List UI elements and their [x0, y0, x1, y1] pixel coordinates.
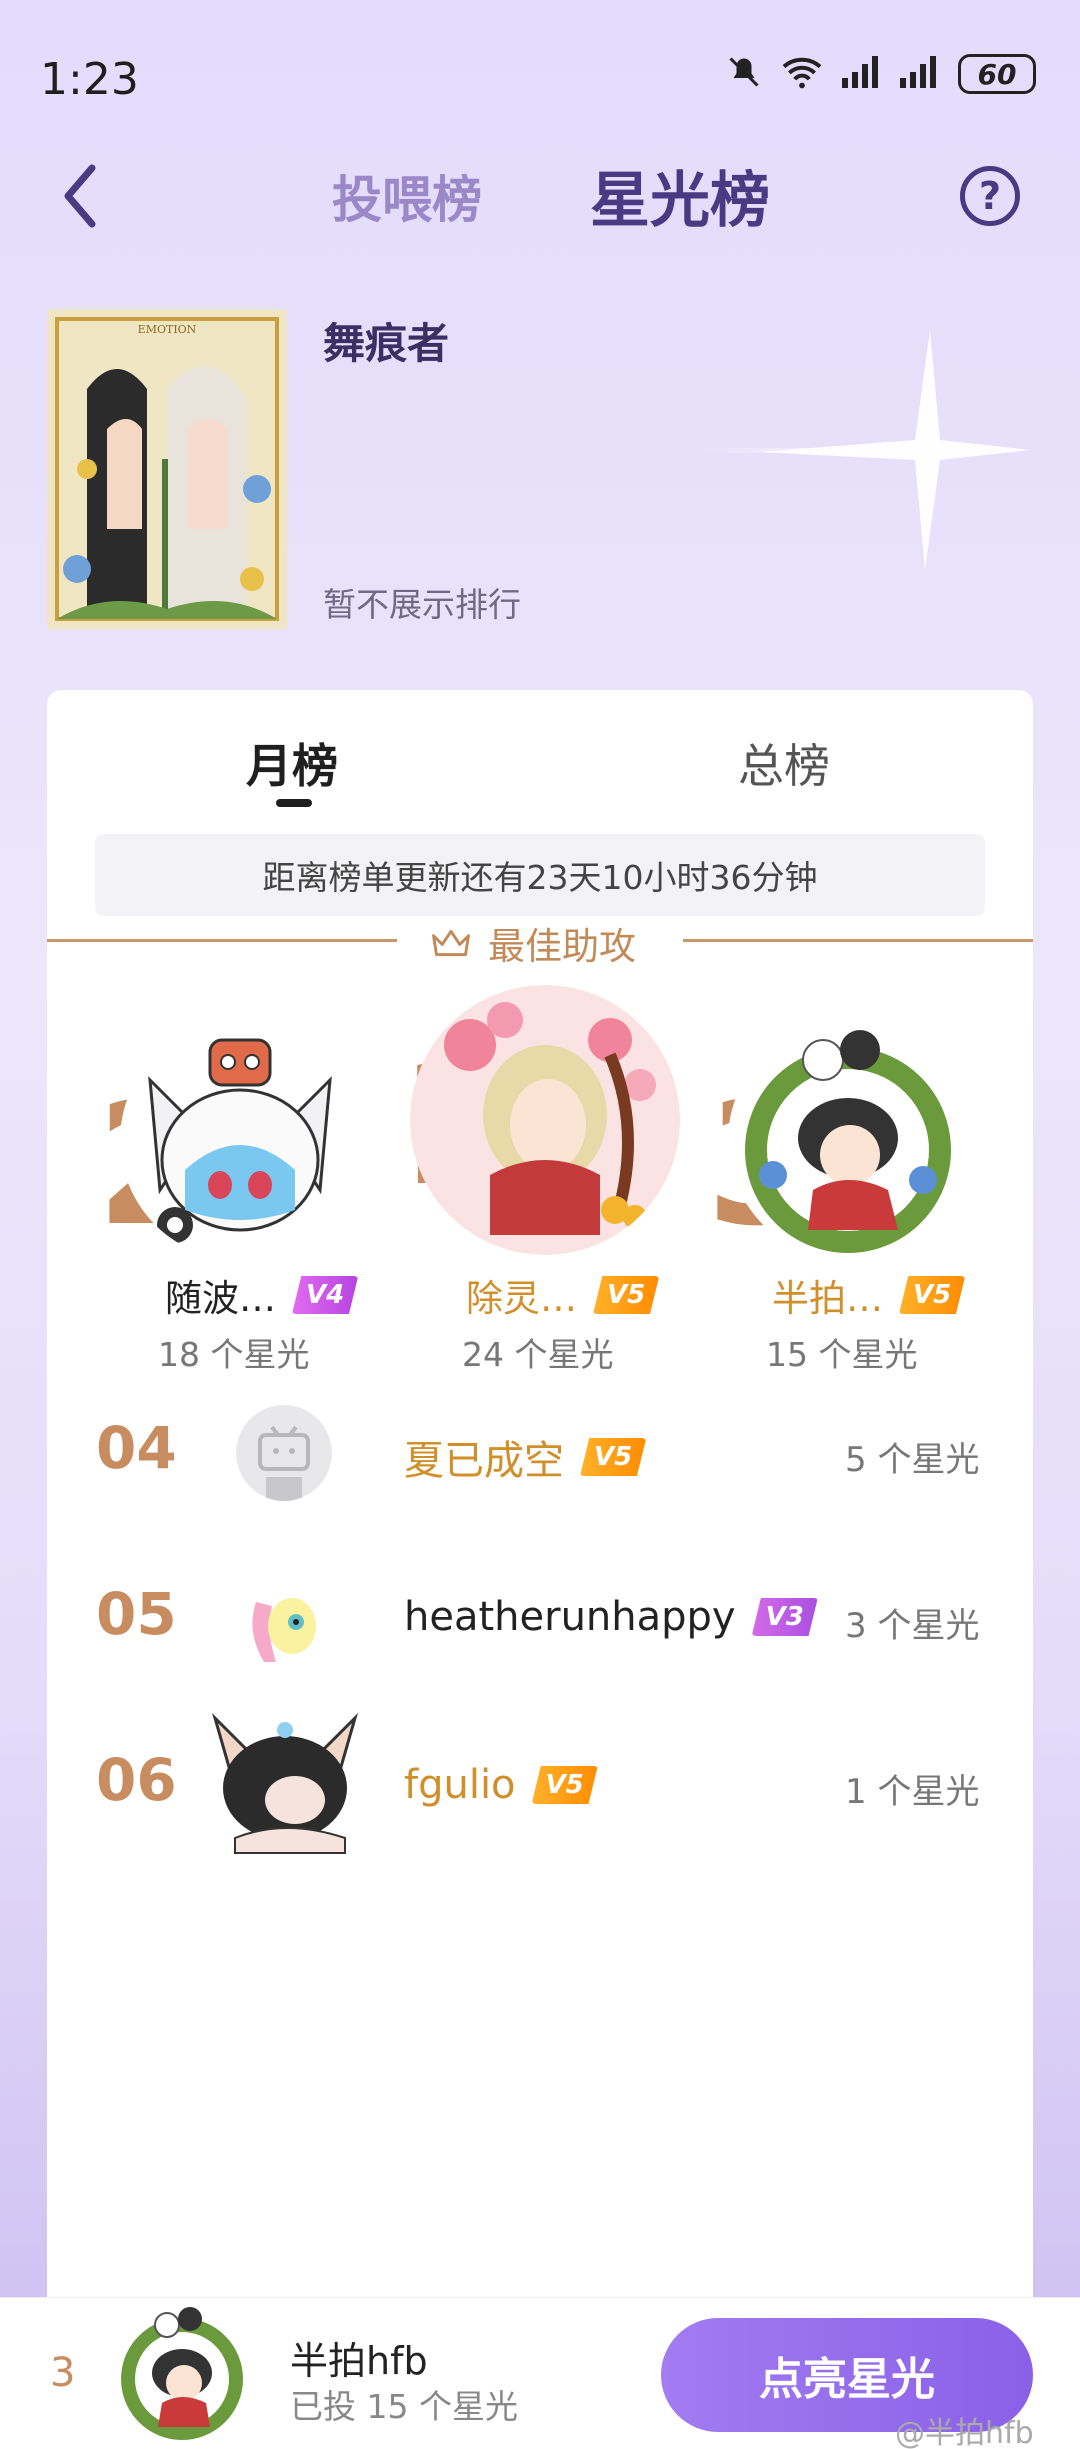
my-avatar[interactable] — [112, 2303, 252, 2443]
list-name-row: 夏已成空 V5 — [404, 1428, 647, 1486]
tab-total[interactable]: 总榜 — [738, 730, 830, 796]
podium-count-2: 18 个星光 — [158, 1335, 310, 1374]
best-assist-title: 最佳助攻 — [488, 925, 636, 968]
list-name[interactable]: fgulio — [404, 1762, 516, 1808]
tab-star-ranking[interactable]: 星光榜 — [590, 152, 770, 239]
my-rank: 3 — [50, 2350, 76, 2396]
best-assist-header: 最佳助攻 — [430, 916, 636, 970]
tab-active-indicator — [276, 799, 312, 807]
list-rank: 04 — [96, 1414, 177, 1482]
podium-avatar-3[interactable] — [728, 1020, 968, 1260]
list-avatar[interactable] — [205, 1708, 365, 1858]
level-badge: V5 — [593, 1276, 660, 1314]
podium-count-3: 15 个星光 — [766, 1335, 918, 1374]
list-name-row: heatherunhappy V3 — [404, 1594, 818, 1640]
level-badge: V4 — [292, 1276, 359, 1314]
list-name[interactable]: heatherunhappy — [404, 1594, 736, 1640]
level-badge: V5 — [531, 1766, 598, 1804]
cover-title-text: EMOTION — [138, 323, 197, 336]
status-icons: 60 — [726, 54, 1036, 94]
status-time: 1:23 — [40, 54, 139, 105]
list-count: 3 个星光 — [845, 1606, 980, 1646]
podium-avatar-2[interactable] — [120, 1020, 360, 1260]
tab-feed-ranking[interactable]: 投喂榜 — [332, 160, 482, 232]
mute-icon — [726, 54, 762, 94]
list-name[interactable]: 夏已成空 — [404, 1428, 564, 1486]
signal-icon — [842, 55, 882, 93]
list-rank: 05 — [96, 1580, 177, 1648]
work-cover[interactable]: EMOTION — [47, 309, 287, 629]
chevron-left-icon — [64, 164, 96, 228]
level-badge: V5 — [580, 1438, 647, 1476]
back-button[interactable] — [56, 160, 104, 232]
watermark: @半拍hfb — [895, 2416, 1034, 2449]
crown-icon — [432, 929, 470, 957]
podium-name-row-2: 随波… V4 — [165, 1268, 359, 1322]
battery-icon: 60 — [958, 54, 1036, 94]
podium-name-3[interactable]: 半拍… — [772, 1268, 883, 1322]
update-countdown: 距离榜单更新还有23天10小时36分钟 — [95, 834, 985, 916]
divider-right — [683, 939, 1033, 942]
podium-name-1[interactable]: 除灵… — [466, 1268, 577, 1322]
list-avatar[interactable] — [236, 1405, 332, 1501]
podium-name-row-1: 除灵… V5 — [466, 1268, 660, 1322]
list-count: 5 个星光 — [845, 1440, 980, 1480]
divider-left — [47, 939, 397, 942]
level-badge: V5 — [899, 1276, 966, 1314]
help-button[interactable]: ? — [960, 166, 1020, 226]
list-name-row: fgulio V5 — [404, 1762, 598, 1808]
wifi-icon — [780, 54, 824, 94]
work-title: 舞痕者 — [323, 319, 450, 368]
list-avatar[interactable] — [236, 1572, 332, 1668]
level-badge: V3 — [751, 1598, 818, 1636]
help-icon: ? — [978, 174, 1002, 218]
my-name: 半拍hfb — [290, 2339, 428, 2383]
podium-name-2[interactable]: 随波… — [165, 1268, 276, 1322]
podium-avatar-1[interactable] — [410, 985, 680, 1255]
sparkle-decoration — [700, 320, 1040, 570]
list-rank: 06 — [96, 1746, 177, 1814]
my-count: 已投 15 个星光 — [290, 2387, 518, 2426]
tab-monthly[interactable]: 月榜 — [246, 730, 338, 796]
podium-count-1: 24 个星光 — [462, 1335, 614, 1374]
signal-icon-2 — [900, 55, 940, 93]
work-rank-note: 暂不展示排行 — [323, 585, 521, 624]
podium-name-row-3: 半拍… V5 — [772, 1268, 966, 1322]
list-count: 1 个星光 — [845, 1772, 980, 1812]
